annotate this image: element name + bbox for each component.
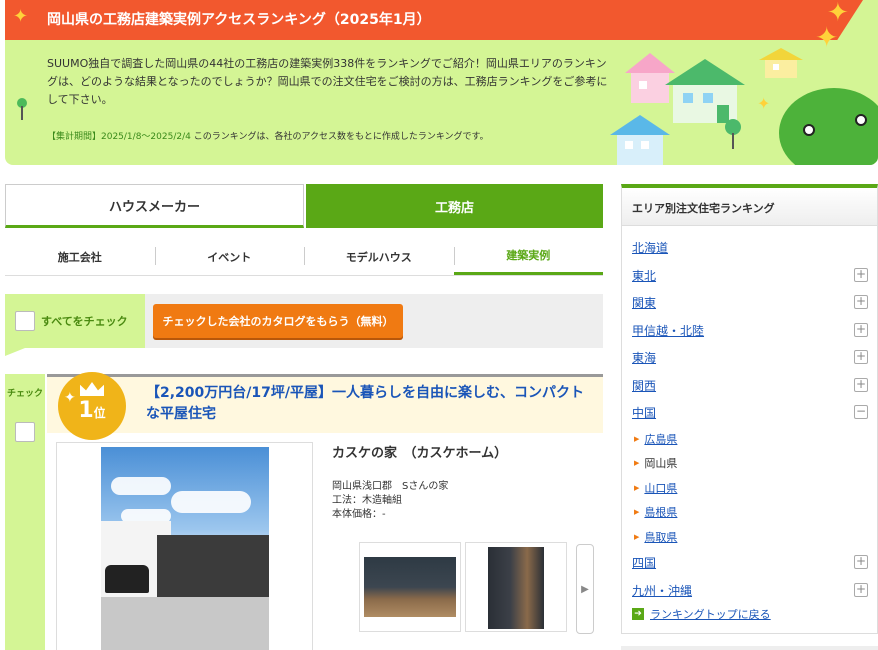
region-item: 関西 +	[632, 372, 872, 400]
region-link-tohoku[interactable]: 東北	[632, 267, 656, 284]
prefecture-link-tottori[interactable]: 鳥取県	[644, 529, 677, 545]
region-item: 中国 −	[632, 399, 872, 427]
tab-construction-examples[interactable]: 建築実例	[453, 238, 603, 275]
prefecture-item: ▶ 岡山県	[632, 451, 872, 476]
mascot-eye	[855, 114, 867, 126]
pin-icon	[21, 106, 23, 120]
bullet-icon: ▶	[634, 459, 640, 468]
back-to-ranking-top-link[interactable]: ランキングトップに戻る	[650, 606, 771, 622]
item-location: 岡山県浅口郡 Sさんの家	[332, 481, 449, 492]
main-tabs: ハウスメーカー 工務店	[5, 184, 603, 228]
sparkle-icon: ✦	[13, 6, 29, 27]
check-bar: すべてをチェック チェックした会社のカタログをもらう（無料）	[5, 294, 603, 356]
expand-icon[interactable]: +	[854, 582, 868, 597]
prefecture-link-yamaguchi[interactable]: 山口県	[644, 480, 677, 496]
region-list: 北海道 東北 + 関東 + 甲信越・北陸 + 東海 + 関西 + 中国 − ▶ …	[632, 234, 872, 604]
mascot-eye	[803, 124, 815, 136]
item-check-label: チェック	[6, 389, 43, 399]
bullet-icon: ▶	[634, 434, 640, 443]
tab-house-maker[interactable]: ハウスメーカー	[5, 184, 304, 228]
ranking-banner: ✦ ✦ ✦ ✦ 岡山県の工務店建築実例アクセスランキング（2025年1月） SU…	[5, 0, 878, 165]
tab-model-house[interactable]: モデルハウス	[304, 238, 454, 275]
sidebar-heading: エリア別注文住宅ランキング	[622, 188, 877, 226]
check-all-checkbox[interactable]	[15, 311, 35, 331]
sidebar-bottom-divider	[621, 646, 878, 650]
banner-title: 岡山県の工務店建築実例アクセスランキング（2025年1月）	[47, 12, 431, 28]
item-construction: 工法：木造軸組	[332, 495, 402, 506]
bullet-icon: ▶	[634, 483, 640, 492]
item-price: 本体価格：-	[332, 509, 386, 520]
bullet-icon: ▶	[634, 532, 640, 541]
prefecture-item: ▶ 鳥取県	[632, 525, 872, 550]
mascot-illustration	[779, 88, 878, 165]
arrow-right-icon: ➔	[632, 608, 644, 620]
period-label: 【集計期間】2025/1/8〜2025/2/4	[47, 132, 191, 142]
region-item: 甲信越・北陸 +	[632, 317, 872, 345]
prefecture-current-okayama: 岡山県	[644, 457, 678, 471]
rank-badge: ✦ 1位	[58, 372, 126, 440]
expand-icon[interactable]: +	[854, 377, 868, 392]
item-main-photo[interactable]	[56, 442, 313, 650]
bullet-icon: ▶	[634, 508, 640, 517]
expand-icon[interactable]: +	[854, 322, 868, 337]
check-all-arrow	[5, 348, 25, 356]
sparkle-icon: ✦	[815, 21, 839, 54]
item-checkbox[interactable]	[15, 422, 35, 442]
item-thumbnail[interactable]	[465, 542, 567, 632]
interior-photo	[364, 557, 456, 617]
collapse-icon[interactable]: −	[854, 405, 868, 419]
region-item: 東北 +	[632, 262, 872, 290]
region-item: 北海道	[632, 234, 872, 262]
region-item: 四国 +	[632, 549, 872, 577]
area-ranking-sidebar: エリア別注文住宅ランキング 北海道 東北 + 関東 + 甲信越・北陸 + 東海 …	[621, 184, 878, 634]
request-catalog-button[interactable]: チェックした会社のカタログをもらう（無料）	[153, 304, 403, 338]
expand-icon[interactable]: +	[854, 555, 868, 569]
prefecture-link-shimane[interactable]: 島根県	[644, 504, 677, 520]
region-link-kyushu-okinawa[interactable]: 九州・沖縄	[632, 582, 692, 599]
region-link-koshinetsu-hokuriku[interactable]: 甲信越・北陸	[632, 322, 704, 339]
item-title-link[interactable]: 【2,200万円台/17坪/平屋】一人暮らしを自由に楽しむ、コンパクトな平屋住宅	[146, 383, 591, 425]
house-icon	[759, 48, 803, 78]
house-photo	[101, 447, 269, 650]
item-check-column: チェック	[5, 374, 45, 650]
banner-period: 【集計期間】2025/1/8〜2025/2/4 このランキングは、各社のアクセス…	[47, 129, 489, 142]
prefecture-item: ▶ 広島県	[632, 427, 872, 452]
region-link-hokkaido[interactable]: 北海道	[632, 239, 668, 256]
prefecture-item: ▶ 島根県	[632, 500, 872, 525]
check-all[interactable]: すべてをチェック	[5, 294, 145, 348]
check-all-label: すべてをチェック	[41, 315, 128, 328]
region-link-tokai[interactable]: 東海	[632, 349, 656, 366]
region-item: 東海 +	[632, 344, 872, 372]
tab-events[interactable]: イベント	[154, 238, 305, 275]
item-company-name: カスケの家 （カスケホーム）	[332, 446, 508, 461]
region-item: 九州・沖縄 +	[632, 577, 872, 605]
prefecture-link-hiroshima[interactable]: 広島県	[644, 431, 677, 447]
rank-number: 1位	[78, 398, 106, 423]
region-link-kansai[interactable]: 関西	[632, 377, 656, 394]
region-link-kanto[interactable]: 関東	[632, 294, 656, 311]
banner-description: SUUMO独自で調査した岡山県の44社の工務店の建築実例338件をランキングでご…	[47, 57, 608, 106]
crown-icon	[80, 382, 104, 396]
region-item: 関東 +	[632, 289, 872, 317]
expand-icon[interactable]: +	[854, 350, 868, 364]
next-thumbnail-button[interactable]: ▶	[576, 544, 594, 634]
region-link-chugoku[interactable]: 中国	[632, 404, 656, 421]
sub-tabs: 施工会社 イベント モデルハウス 建築実例	[5, 238, 603, 276]
expand-icon[interactable]: +	[854, 295, 868, 309]
period-note: このランキングは、各社のアクセス数をもとに作成したランキングです。	[193, 132, 489, 142]
back-to-ranking-top[interactable]: ➔ ランキングトップに戻る	[632, 606, 771, 622]
item-thumbnail[interactable]	[359, 542, 461, 632]
tab-builder[interactable]: 工務店	[306, 184, 603, 228]
region-link-shikoku[interactable]: 四国	[632, 554, 656, 571]
interior-photo	[488, 547, 544, 629]
car-image	[105, 565, 149, 593]
prefecture-item: ▶ 山口県	[632, 476, 872, 501]
expand-icon[interactable]: +	[854, 267, 868, 282]
item-details: 岡山県浅口郡 Sさんの家 工法：木造軸組 本体価格：-	[332, 480, 448, 522]
tab-companies[interactable]: 施工会社	[5, 238, 155, 275]
